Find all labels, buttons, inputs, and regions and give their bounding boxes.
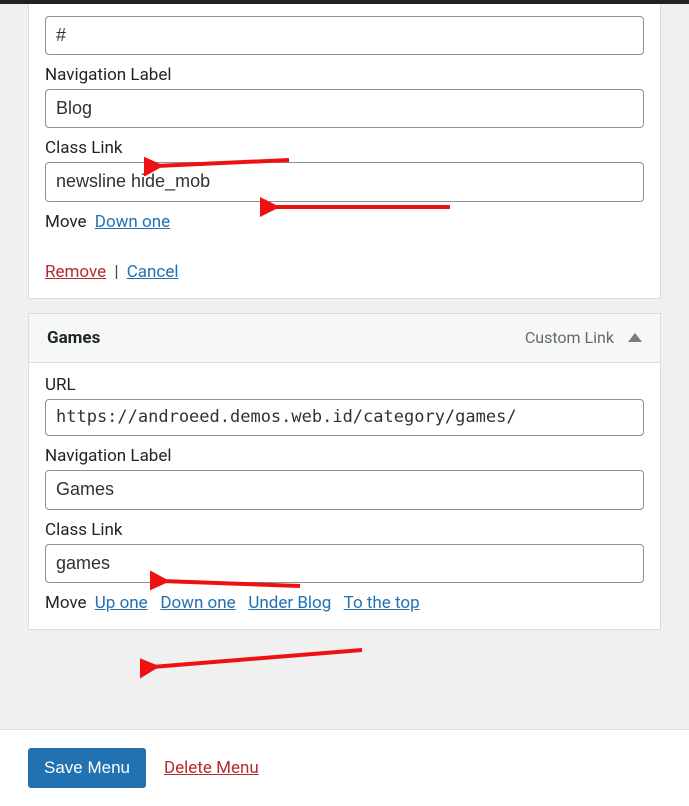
cancel-link-blog[interactable]: Cancel	[127, 262, 179, 282]
move-label-games: Move	[45, 593, 87, 613]
move-under-link-games[interactable]: Under Blog	[248, 593, 331, 613]
move-top-link-games[interactable]: To the top	[344, 593, 420, 613]
menu-item-games-body: URL Navigation Label Class Link Move Up …	[28, 363, 661, 630]
class-link-title-blog: Class Link	[45, 138, 644, 158]
move-down-link-games[interactable]: Down one	[160, 593, 235, 613]
url-input-games[interactable]	[45, 399, 644, 437]
move-label-blog: Move	[45, 212, 87, 232]
class-link-title-games: Class Link	[45, 520, 644, 540]
remove-link-blog[interactable]: Remove	[45, 262, 106, 282]
move-up-link-games[interactable]: Up one	[95, 593, 148, 613]
move-down-link-blog[interactable]: Down one	[95, 212, 170, 232]
url-input-blog[interactable]	[45, 16, 644, 55]
footer-bar: Save Menu Delete Menu	[0, 729, 689, 806]
menu-item-blog-body: Navigation Label Class Link Move Down on…	[28, 4, 661, 299]
menu-item-games-title: Games	[47, 328, 100, 348]
action-sep: |	[114, 262, 118, 282]
annotation-arrow-icon	[140, 642, 370, 682]
menu-item-type-label: Custom Link	[525, 328, 614, 347]
delete-menu-link[interactable]: Delete Menu	[164, 758, 259, 778]
class-link-input-blog[interactable]	[45, 162, 644, 201]
menu-item-games-header[interactable]: Games Custom Link	[28, 313, 661, 363]
save-menu-button[interactable]: Save Menu	[28, 748, 146, 788]
nav-label-title-games: Navigation Label	[45, 446, 644, 466]
nav-label-input-blog[interactable]	[45, 89, 644, 128]
nav-label-input-games[interactable]	[45, 470, 644, 509]
class-link-input-games[interactable]	[45, 544, 644, 583]
url-title-games: URL	[45, 375, 644, 395]
collapse-icon	[628, 333, 642, 342]
nav-label-title-blog: Navigation Label	[45, 65, 644, 85]
